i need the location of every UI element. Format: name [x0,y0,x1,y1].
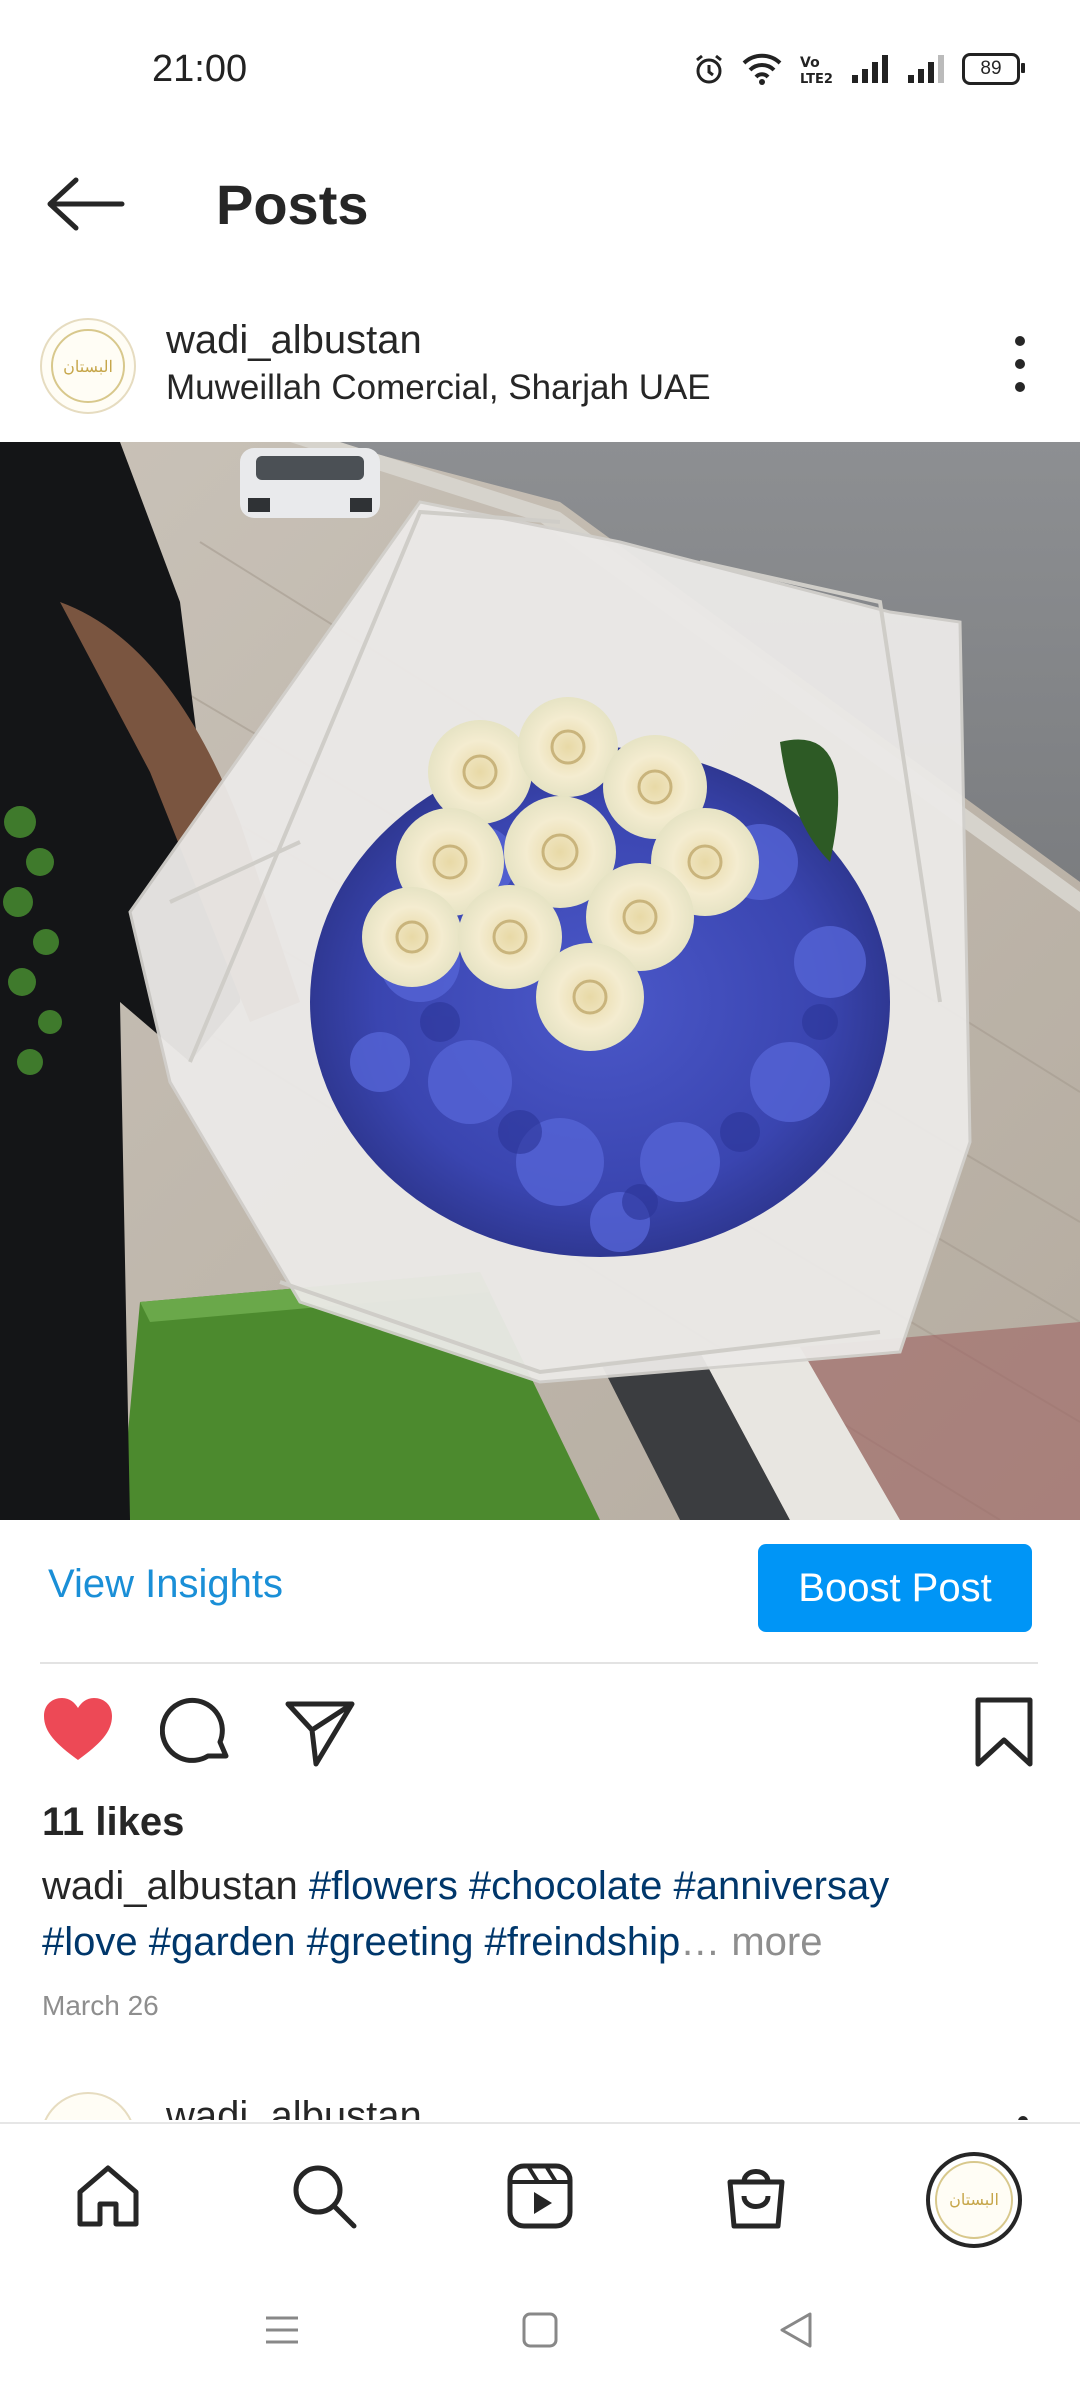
likes-count[interactable]: 11 likes [42,1800,184,1845]
bottom-nav: البستان [0,2122,1080,2274]
profile-avatar: البستان [935,2161,1013,2239]
status-bar: 21:00 Vo LTE2 89 [0,0,1080,140]
dot-icon [1015,336,1025,346]
next-post-header: wadi_albustan [0,2080,1080,2120]
send-icon [285,1701,355,1767]
caption-hashtags-line2[interactable]: #love #garden #greeting #freindship [42,1920,680,1964]
system-back-button[interactable] [776,2310,816,2355]
signal-icon-2 [908,55,944,83]
shop-icon [727,2169,785,2229]
back-button[interactable] [40,174,130,234]
search-icon [293,2165,357,2229]
post-location[interactable]: Muweillah Comercial, Sharjah UAE [166,368,711,408]
volte-icon: VoLTE2 [800,55,833,86]
heart-filled-icon [44,1698,112,1760]
dot-icon [1015,382,1025,392]
avatar[interactable]: البستان [40,318,136,414]
header: Posts [0,140,1080,270]
status-time: 21:00 [152,48,248,90]
status-icons: Vo LTE2 89 [692,52,1025,86]
system-nav-bar [0,2272,1080,2400]
next-post-avatar[interactable] [40,2092,136,2120]
comment-icon [159,1697,229,1763]
like-button[interactable] [40,1692,116,1768]
wifi-icon [742,53,782,85]
post-username[interactable]: wadi_albustan [166,318,422,363]
post-date: March 26 [42,1990,159,2021]
caption-more-link[interactable]: … more [680,1920,822,1964]
home-square-icon [522,2312,558,2348]
system-menu-button[interactable] [262,2310,302,2355]
nav-reels-button[interactable] [500,2156,580,2236]
dot-icon[interactable] [1018,2116,1028,2120]
nav-home-button[interactable] [68,2156,148,2236]
comment-button[interactable] [159,1694,236,1770]
dot-icon [1015,359,1025,369]
post-caption: wadi_albustan #flowers #chocolate #anniv… [42,1858,1042,1970]
back-triangle-icon [780,2312,812,2348]
system-home-button[interactable] [520,2310,560,2355]
caption-hashtags-line1[interactable]: #flowers #chocolate #anniversay [309,1864,889,1908]
caption-username[interactable]: wadi_albustan [42,1864,298,1908]
post-image[interactable] [0,442,1080,1520]
view-insights-link[interactable]: View Insights [48,1562,283,1607]
nav-search-button[interactable] [284,2156,364,2236]
post-header: البستان wadi_albustan Muweillah Comercia… [0,300,1080,440]
next-post-username[interactable]: wadi_albustan [166,2094,422,2120]
home-icon [77,2165,139,2227]
signal-icon [852,55,888,83]
boost-post-button[interactable]: Boost Post [758,1544,1032,1632]
divider [40,1662,1038,1664]
more-options-button[interactable] [1000,336,1040,392]
save-button[interactable] [966,1694,1042,1770]
bouquet-photo [0,442,1080,1520]
menu-icon [266,2316,298,2344]
svg-text:Vo: Vo [800,55,820,71]
svg-text:LTE2: LTE2 [800,72,833,86]
share-button[interactable] [282,1694,358,1770]
nav-shop-button[interactable] [716,2156,796,2236]
nav-profile-button[interactable]: البستان [926,2152,1022,2248]
battery-level: 89 [980,58,1002,79]
avatar-logo: البستان [51,329,125,403]
arrow-left-icon [47,177,125,231]
alarm-icon [696,54,722,84]
battery-icon: 89 [962,53,1025,85]
bookmark-icon [975,1697,1033,1767]
reels-icon [507,2163,573,2229]
page-title: Posts [216,173,369,236]
